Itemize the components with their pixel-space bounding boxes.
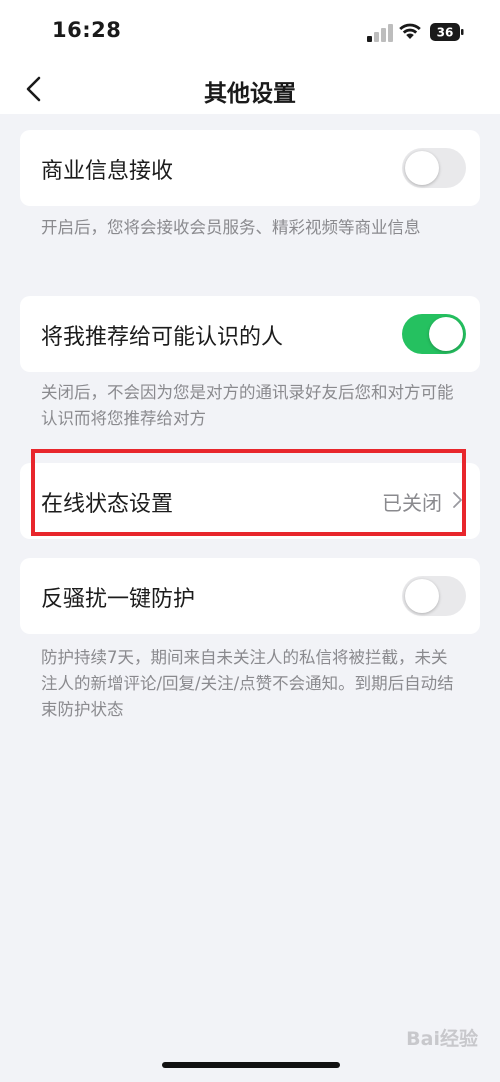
watermark: Bai经验 xyxy=(406,1028,478,1050)
signal-icon xyxy=(367,24,393,42)
business-info-toggle[interactable] xyxy=(402,148,466,188)
recommend-toggle[interactable] xyxy=(402,314,466,354)
anti-harassment-row: 反骚扰一键防护 xyxy=(20,558,480,634)
recommend-description: 关闭后，不会因为您是对方的通讯录好友后您和对方可能认识而将您推荐给对方 xyxy=(41,383,454,428)
business-info-label: 商业信息接收 xyxy=(41,159,174,184)
screen: 16:28 36 其他设置 商业信息接收 开启后，您将会接收会员服务、精彩视频等… xyxy=(0,0,500,1082)
page-title: 其他设置 xyxy=(204,81,296,107)
highlight-box xyxy=(31,449,466,536)
anti-harassment-toggle[interactable] xyxy=(402,576,466,616)
battery-level: 36 xyxy=(437,26,454,40)
anti-harassment-description: 防护持续7天，期间来自未关注人的私信将被拦截，未关注人的新增评论/回复/关注/点… xyxy=(41,648,454,719)
status-time: 16:28 xyxy=(52,18,122,42)
nav-bar: 其他设置 xyxy=(0,66,500,114)
business-info-row: 商业信息接收 xyxy=(20,130,480,206)
toggle-knob xyxy=(405,151,439,185)
toggle-knob xyxy=(405,579,439,613)
toggle-knob xyxy=(429,317,463,351)
battery-icon: 36 xyxy=(430,23,464,41)
business-info-description: 开启后，您将会接收会员服务、精彩视频等商业信息 xyxy=(41,218,421,237)
recommend-row: 将我推荐给可能认识的人 xyxy=(20,296,480,372)
recommend-label: 将我推荐给可能认识的人 xyxy=(41,325,284,350)
anti-harassment-label: 反骚扰一键防护 xyxy=(41,587,196,612)
status-bar: 16:28 36 xyxy=(0,0,500,66)
home-indicator xyxy=(162,1062,340,1068)
wifi-icon xyxy=(399,23,421,39)
